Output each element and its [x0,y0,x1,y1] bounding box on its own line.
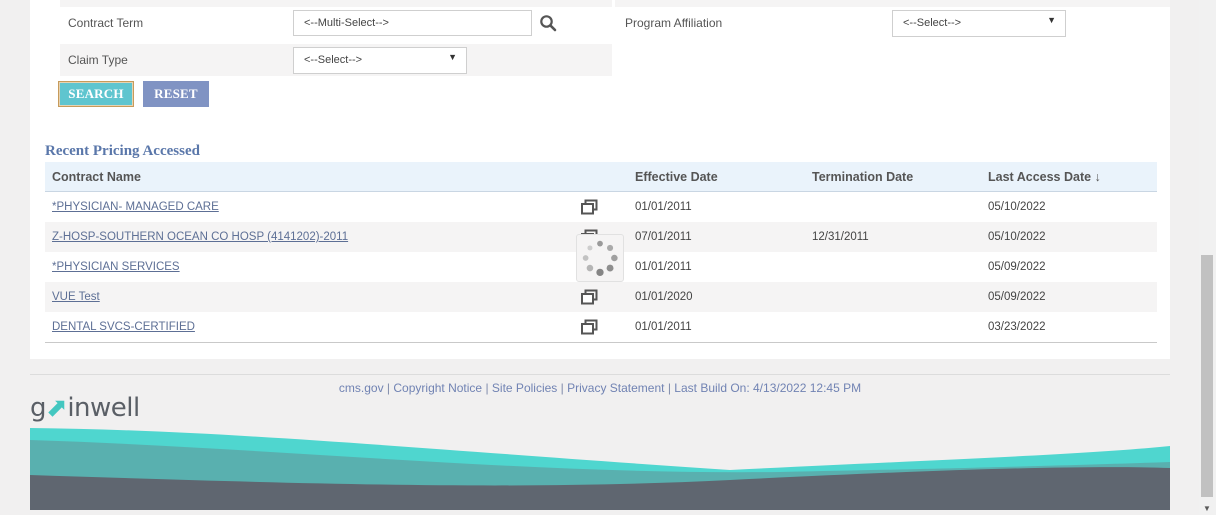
header-termination-date[interactable]: Termination Date [812,170,913,184]
program-affiliation-select[interactable]: <--Select--> ▼ [892,10,1066,37]
last-access-date: 05/09/2022 [988,261,1046,273]
footer-separator: | [667,381,671,395]
contract-name-link[interactable]: *PHYSICIAN SERVICES [52,261,180,273]
claim-type-value: <--Select--> [304,54,363,66]
recent-pricing-title: Recent Pricing Accessed [45,143,200,159]
chevron-down-icon: ▼ [448,52,457,62]
search-icon[interactable] [539,14,557,32]
open-in-new-window-icon[interactable] [581,289,598,305]
logo-accent: ⬈ [46,393,68,423]
contract-name-link[interactable]: *PHYSICIAN- MANAGED CARE [52,201,219,213]
contract-name-link[interactable]: DENTAL SVCS-CERTIFIED [52,321,195,333]
footer-separator: | [560,381,564,395]
form-row-top-right [615,0,1170,7]
footer-divider [30,374,1170,375]
open-in-new-window-icon[interactable] [581,319,598,335]
chevron-down-icon: ▼ [1047,15,1056,25]
table-header: Contract Name Effective Date Termination… [45,162,1157,192]
contract-term-placeholder: <--Multi-Select--> [304,17,389,29]
contract-term-label: Contract Term [68,16,144,30]
claim-type-select[interactable]: <--Select--> ▼ [293,47,467,74]
footer-build-info: Last Build On: 4/13/2022 12:45 PM [674,381,862,395]
open-in-new-window-icon[interactable] [581,199,598,215]
decorative-waves [30,428,1170,510]
last-access-date: 05/09/2022 [988,291,1046,303]
footer-links: cms.gov | Copyright Notice | Site Polici… [30,381,1170,395]
logo-suffix: inwell [67,393,140,423]
table-row: *PHYSICIAN- MANAGED CARE 01/01/2011 05/1… [45,192,1157,222]
effective-date: 01/01/2011 [635,321,692,333]
footer-separator: | [485,381,489,395]
footer-link-privacy[interactable]: Privacy Statement [567,381,664,395]
logo-prefix: g [30,393,47,423]
footer-separator: | [386,381,391,395]
table-row: DENTAL SVCS-CERTIFIED 01/01/2011 03/23/2… [45,312,1157,342]
contract-name-link[interactable]: Z-HOSP-SOUTHERN OCEAN CO HOSP (4141202)-… [52,231,348,243]
table-row: VUE Test 01/01/2020 05/09/2022 [45,282,1157,312]
table-divider [45,342,1157,343]
last-access-date: 05/10/2022 [988,231,1046,243]
effective-date: 07/01/2011 [635,231,692,243]
program-affiliation-value: <--Select--> [903,17,962,29]
header-effective-date[interactable]: Effective Date [635,170,718,184]
reset-button[interactable]: RESET [143,81,209,107]
loading-spinner-icon [576,234,624,282]
form-row-top-left [60,0,612,7]
search-button[interactable]: SEARCH [58,81,134,107]
footer-link-cms[interactable]: cms.gov [339,381,384,395]
scroll-down-arrow-icon[interactable]: ▼ [1203,504,1211,513]
claim-type-label: Claim Type [68,53,128,67]
effective-date: 01/01/2020 [635,291,693,303]
header-contract-name[interactable]: Contract Name [52,170,141,184]
termination-date: 12/31/2011 [812,231,869,243]
gainwell-logo: g⬈inwell [30,393,140,423]
contract-name-link[interactable]: VUE Test [52,291,100,303]
scrollbar-thumb[interactable] [1201,255,1213,497]
effective-date: 01/01/2011 [635,201,692,213]
last-access-date: 03/23/2022 [988,321,1046,333]
footer-link-copyright[interactable]: Copyright Notice [393,381,482,395]
program-affiliation-label: Program Affiliation [625,16,723,30]
contract-term-multiselect[interactable]: <--Multi-Select--> [293,10,532,36]
page-scrollbar[interactable]: ▼ [1199,0,1216,515]
last-access-date: 05/10/2022 [988,201,1046,213]
footer-link-site-policies[interactable]: Site Policies [492,381,557,395]
effective-date: 01/01/2011 [635,261,692,273]
header-last-access-date[interactable]: Last Access Date ↓ [988,170,1101,184]
